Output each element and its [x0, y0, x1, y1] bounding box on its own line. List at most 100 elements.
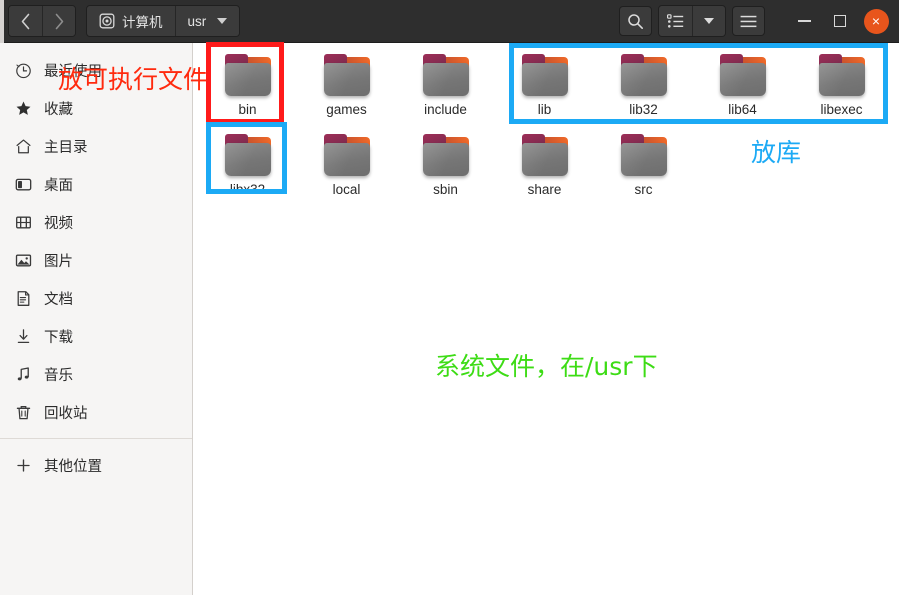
- sidebar-item-other-locations[interactable]: 其他位置: [0, 446, 192, 484]
- folder-icon: [519, 133, 571, 178]
- sidebar-item-recent[interactable]: 最近使用: [0, 51, 192, 89]
- folder-icon: [618, 133, 670, 178]
- chevron-down-icon: [704, 18, 714, 24]
- header-left-group: 计算机 usr: [0, 5, 241, 37]
- navigation-buttons: [8, 5, 76, 37]
- minimize-button[interactable]: [789, 6, 819, 36]
- sidebar-item-trash[interactable]: 回收站: [0, 393, 192, 431]
- file-item-label: lib32: [629, 102, 658, 117]
- window-edge-strip: [0, 0, 4, 43]
- sidebar-label-videos: 视频: [44, 215, 73, 232]
- file-item-label: libexec: [820, 102, 863, 117]
- image-icon: [14, 251, 32, 269]
- close-button[interactable]: ×: [861, 6, 891, 36]
- folder-icon: [519, 53, 571, 98]
- back-button[interactable]: [9, 6, 42, 36]
- breadcrumb-item-computer[interactable]: 计算机: [87, 6, 175, 36]
- search-button[interactable]: [619, 6, 652, 36]
- plus-icon: [14, 456, 32, 474]
- maximize-icon: [834, 15, 846, 27]
- file-item-label: games: [326, 102, 367, 117]
- sidebar-label-recent: 最近使用: [44, 63, 102, 80]
- star-icon: [14, 99, 32, 117]
- disc-icon: [99, 13, 115, 29]
- search-icon: [628, 13, 643, 29]
- file-item-label: libx32: [229, 182, 266, 197]
- file-item-label: bin: [238, 102, 257, 117]
- trash-icon: [14, 403, 32, 421]
- maximize-button[interactable]: [825, 6, 855, 36]
- file-item[interactable]: lib64: [693, 47, 792, 127]
- file-item[interactable]: lib32: [594, 47, 693, 127]
- sidebar-item-desktop[interactable]: 桌面: [0, 165, 192, 203]
- sidebar-label-trash: 回收站: [44, 405, 88, 422]
- download-icon: [14, 327, 32, 345]
- main-menu-button[interactable]: [732, 6, 765, 36]
- minimize-icon: [797, 20, 811, 22]
- file-item-label: lib: [537, 102, 552, 117]
- file-item[interactable]: libx32: [198, 127, 297, 207]
- folder-icon: [420, 133, 472, 178]
- list-view-icon: [667, 13, 684, 28]
- folder-icon: [321, 53, 373, 98]
- file-item-label: include: [424, 102, 467, 117]
- clock-icon: [14, 61, 32, 79]
- file-list-view[interactable]: bin games include lib lib32 lib64 libexec libx3…: [194, 43, 899, 595]
- sidebar-item-home[interactable]: 主目录: [0, 127, 192, 165]
- file-item[interactable]: lib: [495, 47, 594, 127]
- breadcrumb-item-usr[interactable]: usr: [174, 6, 240, 36]
- home-icon: [14, 137, 32, 155]
- folder-icon: [717, 53, 769, 98]
- chevron-right-icon: [55, 13, 63, 29]
- chevron-left-icon: [21, 13, 30, 29]
- folder-icon: [420, 53, 472, 98]
- chevron-down-icon: [217, 18, 228, 24]
- file-item[interactable]: include: [396, 47, 495, 127]
- breadcrumb: 计算机 usr: [86, 5, 241, 37]
- folder-icon: [618, 53, 670, 98]
- file-item[interactable]: sbin: [396, 127, 495, 207]
- file-item-label: share: [527, 182, 562, 197]
- sidebar-label-pictures: 图片: [44, 253, 73, 270]
- folder-icon: [816, 53, 868, 98]
- sidebar-label-documents: 文档: [44, 291, 73, 308]
- sidebar-label-starred: 收藏: [44, 101, 73, 118]
- folder-icon: [321, 133, 373, 178]
- folder-icon: [222, 133, 274, 178]
- breadcrumb-label-usr: usr: [187, 13, 207, 29]
- file-item-label: local: [332, 182, 361, 197]
- hamburger-menu-icon: [740, 15, 757, 27]
- file-item-label: sbin: [433, 182, 458, 197]
- view-options-button[interactable]: [692, 6, 725, 36]
- film-icon: [14, 213, 32, 231]
- folder-icon: [222, 53, 274, 98]
- file-item[interactable]: libexec: [792, 47, 891, 127]
- sidebar-item-documents[interactable]: 文档: [0, 279, 192, 317]
- sidebar-item-downloads[interactable]: 下载: [0, 317, 192, 355]
- sidebar-label-other-locations: 其他位置: [44, 458, 102, 475]
- music-note-icon: [14, 365, 32, 383]
- forward-button[interactable]: [42, 6, 75, 36]
- file-grid: bin games include lib lib32 lib64 libexec libx3…: [194, 43, 899, 207]
- sidebar-item-starred[interactable]: 收藏: [0, 89, 192, 127]
- file-item[interactable]: share: [495, 127, 594, 207]
- sidebar-item-videos[interactable]: 视频: [0, 203, 192, 241]
- sidebar-item-music[interactable]: 音乐: [0, 355, 192, 393]
- desktop-icon: [14, 175, 32, 193]
- view-mode-group: [658, 5, 726, 37]
- list-view-button[interactable]: [659, 6, 692, 36]
- sidebar-divider: [0, 438, 192, 439]
- sidebar: 最近使用 收藏 主目录 桌面 视频 图片 文档 下载 音乐 回收站 其他位置: [0, 43, 193, 595]
- file-item[interactable]: bin: [198, 47, 297, 127]
- sidebar-label-desktop: 桌面: [44, 177, 73, 194]
- close-icon: ×: [863, 8, 889, 34]
- file-item[interactable]: games: [297, 47, 396, 127]
- file-item-label: lib64: [728, 102, 757, 117]
- document-icon: [14, 289, 32, 307]
- sidebar-label-downloads: 下载: [44, 329, 73, 346]
- file-item[interactable]: src: [594, 127, 693, 207]
- file-item-label: src: [634, 182, 653, 197]
- sidebar-label-home: 主目录: [44, 139, 88, 156]
- sidebar-item-pictures[interactable]: 图片: [0, 241, 192, 279]
- file-item[interactable]: local: [297, 127, 396, 207]
